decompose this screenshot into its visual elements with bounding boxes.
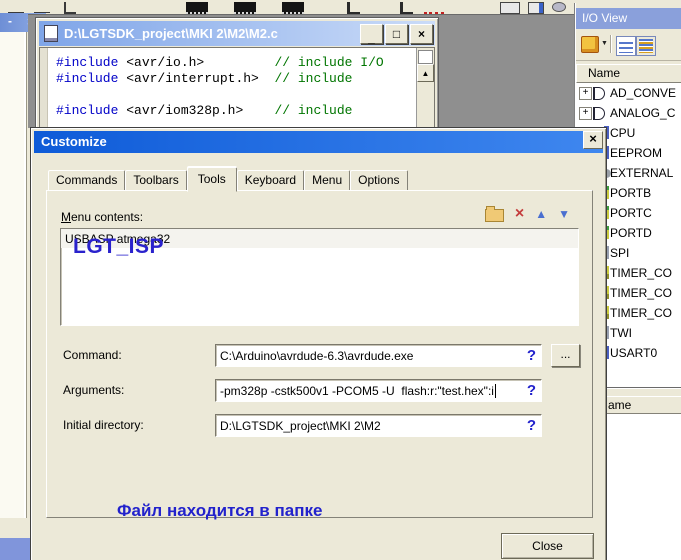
code-header: <avr/interrupt.h> [118,71,274,86]
code-comment: // include I/O [274,55,383,70]
io-view-title: I/O View [576,8,681,29]
tab-keyboard[interactable]: Keyboard [237,170,304,191]
move-up-icon[interactable]: ▲ [535,207,547,221]
logic-gate-icon [593,87,605,100]
code-editor[interactable]: #include <avr/io.h> // include I/O #incl… [39,47,435,128]
initial-directory-input[interactable]: D:\LGTSDK_project\MKI 2\M2 ? [215,414,542,437]
editor-window-title: D:\LGTSDK_project\MKI 2\M2\M2.c [64,26,278,41]
dialog-titlebar[interactable]: Customize [34,131,603,153]
code-header: <avr/io.h> [118,55,274,70]
new-item-folder-icon[interactable] [485,209,504,222]
command-label: Command: [63,348,122,362]
toolbar-button[interactable] [186,2,208,14]
editor-gutter [40,48,48,127]
toolbar-button[interactable] [500,2,520,14]
customize-dialog: Customize × Commands Toolbars Tools Keyb… [30,127,607,560]
document-icon [44,25,58,42]
menu-contents-label: Menu contents: [61,210,143,224]
minimize-icon[interactable]: - [8,14,12,28]
toolbar-button[interactable] [234,2,256,14]
tools-tab-page: Menu contents: × ▲ ▼ USBASP atmega32 LGT… [46,190,593,518]
close-button[interactable]: Close [501,533,594,559]
lgt-isp-annotation: LGT_ISP [73,235,164,259]
logic-gate-icon [593,107,605,120]
dialog-tabs: Commands Toolbars Tools Keyboard Menu Op… [48,169,408,191]
io-column-header-name[interactable]: Name [576,64,681,83]
list-item[interactable]: +AD_CONVE [576,83,681,103]
code-line: #include <avr/interrupt.h> // include [56,71,384,87]
menu-contents-toolbar: × ▲ ▼ [485,206,570,222]
move-down-icon[interactable]: ▼ [558,207,570,221]
expand-plus-icon[interactable]: + [579,87,592,100]
help-icon[interactable]: ? [527,382,536,399]
scrollbar-thumb[interactable] [418,50,433,64]
command-input[interactable]: C:\Arduino\avrdude-6.3\avrdude.exe ? [215,344,542,367]
maximize-button[interactable]: □ [385,24,408,44]
tab-menu[interactable]: Menu [304,170,350,191]
browse-button[interactable]: ... [551,344,580,367]
scroll-up-button[interactable]: ▲ [417,64,434,82]
close-button[interactable]: × [410,24,433,44]
text-cursor [495,384,496,398]
code-line: #include <avr/iom328p.h> // include [56,103,384,119]
help-icon[interactable]: ? [527,417,536,434]
io-detail-panel: ame [605,394,681,560]
minimize-button[interactable]: _ [360,24,383,44]
editor-window: D:\LGTSDK_project\MKI 2\M2\M2.c _ □ × #i… [35,17,439,129]
detail-view-icon[interactable] [636,36,656,56]
tab-options[interactable]: Options [350,170,407,191]
window-controls: _ □ × [360,24,435,44]
bottom-left-panel-fragment [0,538,33,560]
vertical-scrollbar[interactable]: ▲ [416,48,434,127]
tab-commands[interactable]: Commands [48,170,125,191]
dialog-close-button[interactable]: × [583,131,603,149]
code-line [56,87,384,103]
app-screen: - × D:\LGTSDK_project\MKI 2\M2\M2.c _ □ … [0,0,681,560]
arguments-label: Arguments: [63,383,124,397]
code-line: #include <avr/io.h> // include I/O [56,55,384,71]
tab-toolbars[interactable]: Toolbars [125,170,186,191]
code-comment: // include [274,103,352,118]
list-item[interactable]: +ANALOG_C [576,103,681,123]
code-directive: #include [56,55,118,70]
editor-titlebar[interactable]: D:\LGTSDK_project\MKI 2\M2\M2.c _ □ × [39,21,435,46]
dropdown-arrow-icon[interactable]: ▼ [601,40,608,47]
help-icon[interactable]: ? [527,347,536,364]
toolbar-separator [610,35,612,53]
code-block: #include <avr/io.h> // include I/O #incl… [56,55,384,119]
code-header: <avr/iom328p.h> [118,103,274,118]
chip-icon[interactable] [581,36,599,53]
toolbar-button[interactable] [528,2,544,14]
toolbar-button[interactable] [282,2,304,14]
file-location-annotation: Файл находится в папке D:\LGTSDK_project… [117,451,423,560]
tab-tools[interactable]: Tools [187,167,237,192]
io-view-toolbar: ▼ [576,31,681,61]
io-detail-column-header[interactable]: ame [605,396,681,414]
code-comment: // include [274,71,352,86]
left-dock-panel [0,32,27,518]
arguments-input[interactable]: -pm328p -cstk500v1 -PCOM5 -U flash:r:"te… [215,379,542,402]
toolbar-button[interactable] [552,2,566,12]
code-directive: #include [56,71,118,86]
list-view-icon[interactable] [616,36,636,56]
initial-directory-label: Initial directory: [63,418,144,432]
code-directive: #include [56,103,118,118]
io-detail-list [605,414,681,560]
delete-item-icon[interactable]: × [515,206,524,222]
expand-plus-icon[interactable]: + [579,107,592,120]
